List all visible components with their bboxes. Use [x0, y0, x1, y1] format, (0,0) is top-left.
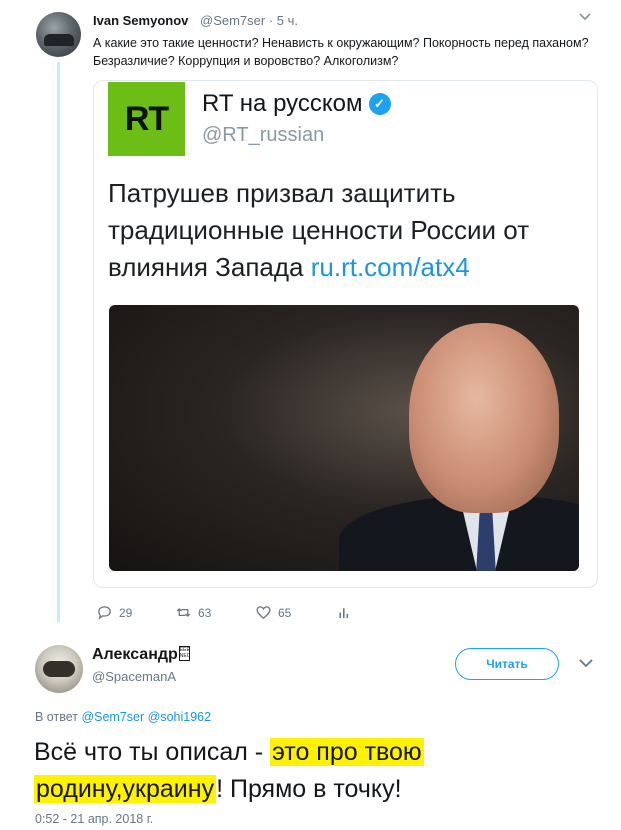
reply-button[interactable]: 29 — [96, 604, 132, 621]
retweet-icon — [176, 608, 191, 617]
author-name[interactable]: Ivan Semyonov — [93, 13, 188, 28]
verified-badge-icon: ✓ — [368, 93, 391, 115]
reply-icon — [98, 606, 111, 620]
quoted-tweet-text: Патрушев призвал защитить традиционные ц… — [108, 175, 578, 286]
retweet-button[interactable]: 63 — [175, 604, 211, 621]
user-avatar[interactable] — [35, 645, 83, 693]
analytics-button[interactable] — [336, 604, 353, 621]
quoted-tweet-link[interactable]: ru.rt.com/atx4 — [311, 252, 470, 282]
missing-glyph-icon: EEE NEC — [178, 646, 191, 661]
author-handle-time[interactable]: @Sem7ser · 5 ч. — [200, 13, 298, 28]
tweet-timestamp[interactable]: 0:52 - 21 апр. 2018 г. — [35, 812, 153, 826]
user-avatar[interactable] — [36, 12, 81, 57]
reply-mention-2[interactable]: @sohi1962 — [148, 710, 211, 724]
author-name[interactable]: Александр EEE NEC — [92, 646, 190, 664]
news-photo[interactable] — [109, 305, 579, 571]
rt-logo-text: RT — [124, 99, 169, 138]
reply-count: 29 — [119, 605, 133, 620]
tweet-text-highlight1: это про твою — [270, 738, 424, 766]
reply-mention-1[interactable]: @Sem7ser — [81, 710, 144, 724]
thread-connector-line — [57, 62, 60, 622]
rt-logo[interactable]: RT — [108, 82, 185, 156]
photo-face-shape — [409, 323, 559, 513]
analytics-icon — [339, 608, 349, 619]
author-name-text: Александр — [92, 646, 178, 663]
tweet-text: А какие это такие ценности? Ненависть к … — [93, 36, 589, 68]
tweet-text: Всё что ты описал - это про твою родину,у… — [34, 734, 594, 808]
reply-context: В ответ @Sem7ser @sohi1962 — [35, 710, 211, 724]
author-handle[interactable]: @SpacemanA — [92, 669, 176, 684]
tweet-text-highlight2: родину,украину — [34, 775, 217, 803]
retweet-count: 63 — [198, 605, 212, 620]
quoted-author-name[interactable]: RT на русском ✓ — [202, 90, 391, 118]
quoted-author-handle[interactable]: @RT_russian — [202, 124, 324, 147]
quoted-author-name-text: RT на русском — [202, 90, 363, 117]
chevron-down-icon[interactable] — [578, 10, 592, 24]
follow-button[interactable]: Читать — [455, 648, 559, 680]
tweet-text-part2: ! Прямо в точку! — [216, 775, 402, 803]
reply-prefix: В ответ — [35, 710, 82, 724]
like-count: 65 — [278, 605, 292, 620]
like-button[interactable]: 65 — [255, 604, 291, 621]
heart-icon — [256, 606, 271, 619]
chevron-down-icon[interactable] — [578, 655, 594, 671]
tweet-text-part1: Всё что ты описал - — [34, 738, 271, 766]
